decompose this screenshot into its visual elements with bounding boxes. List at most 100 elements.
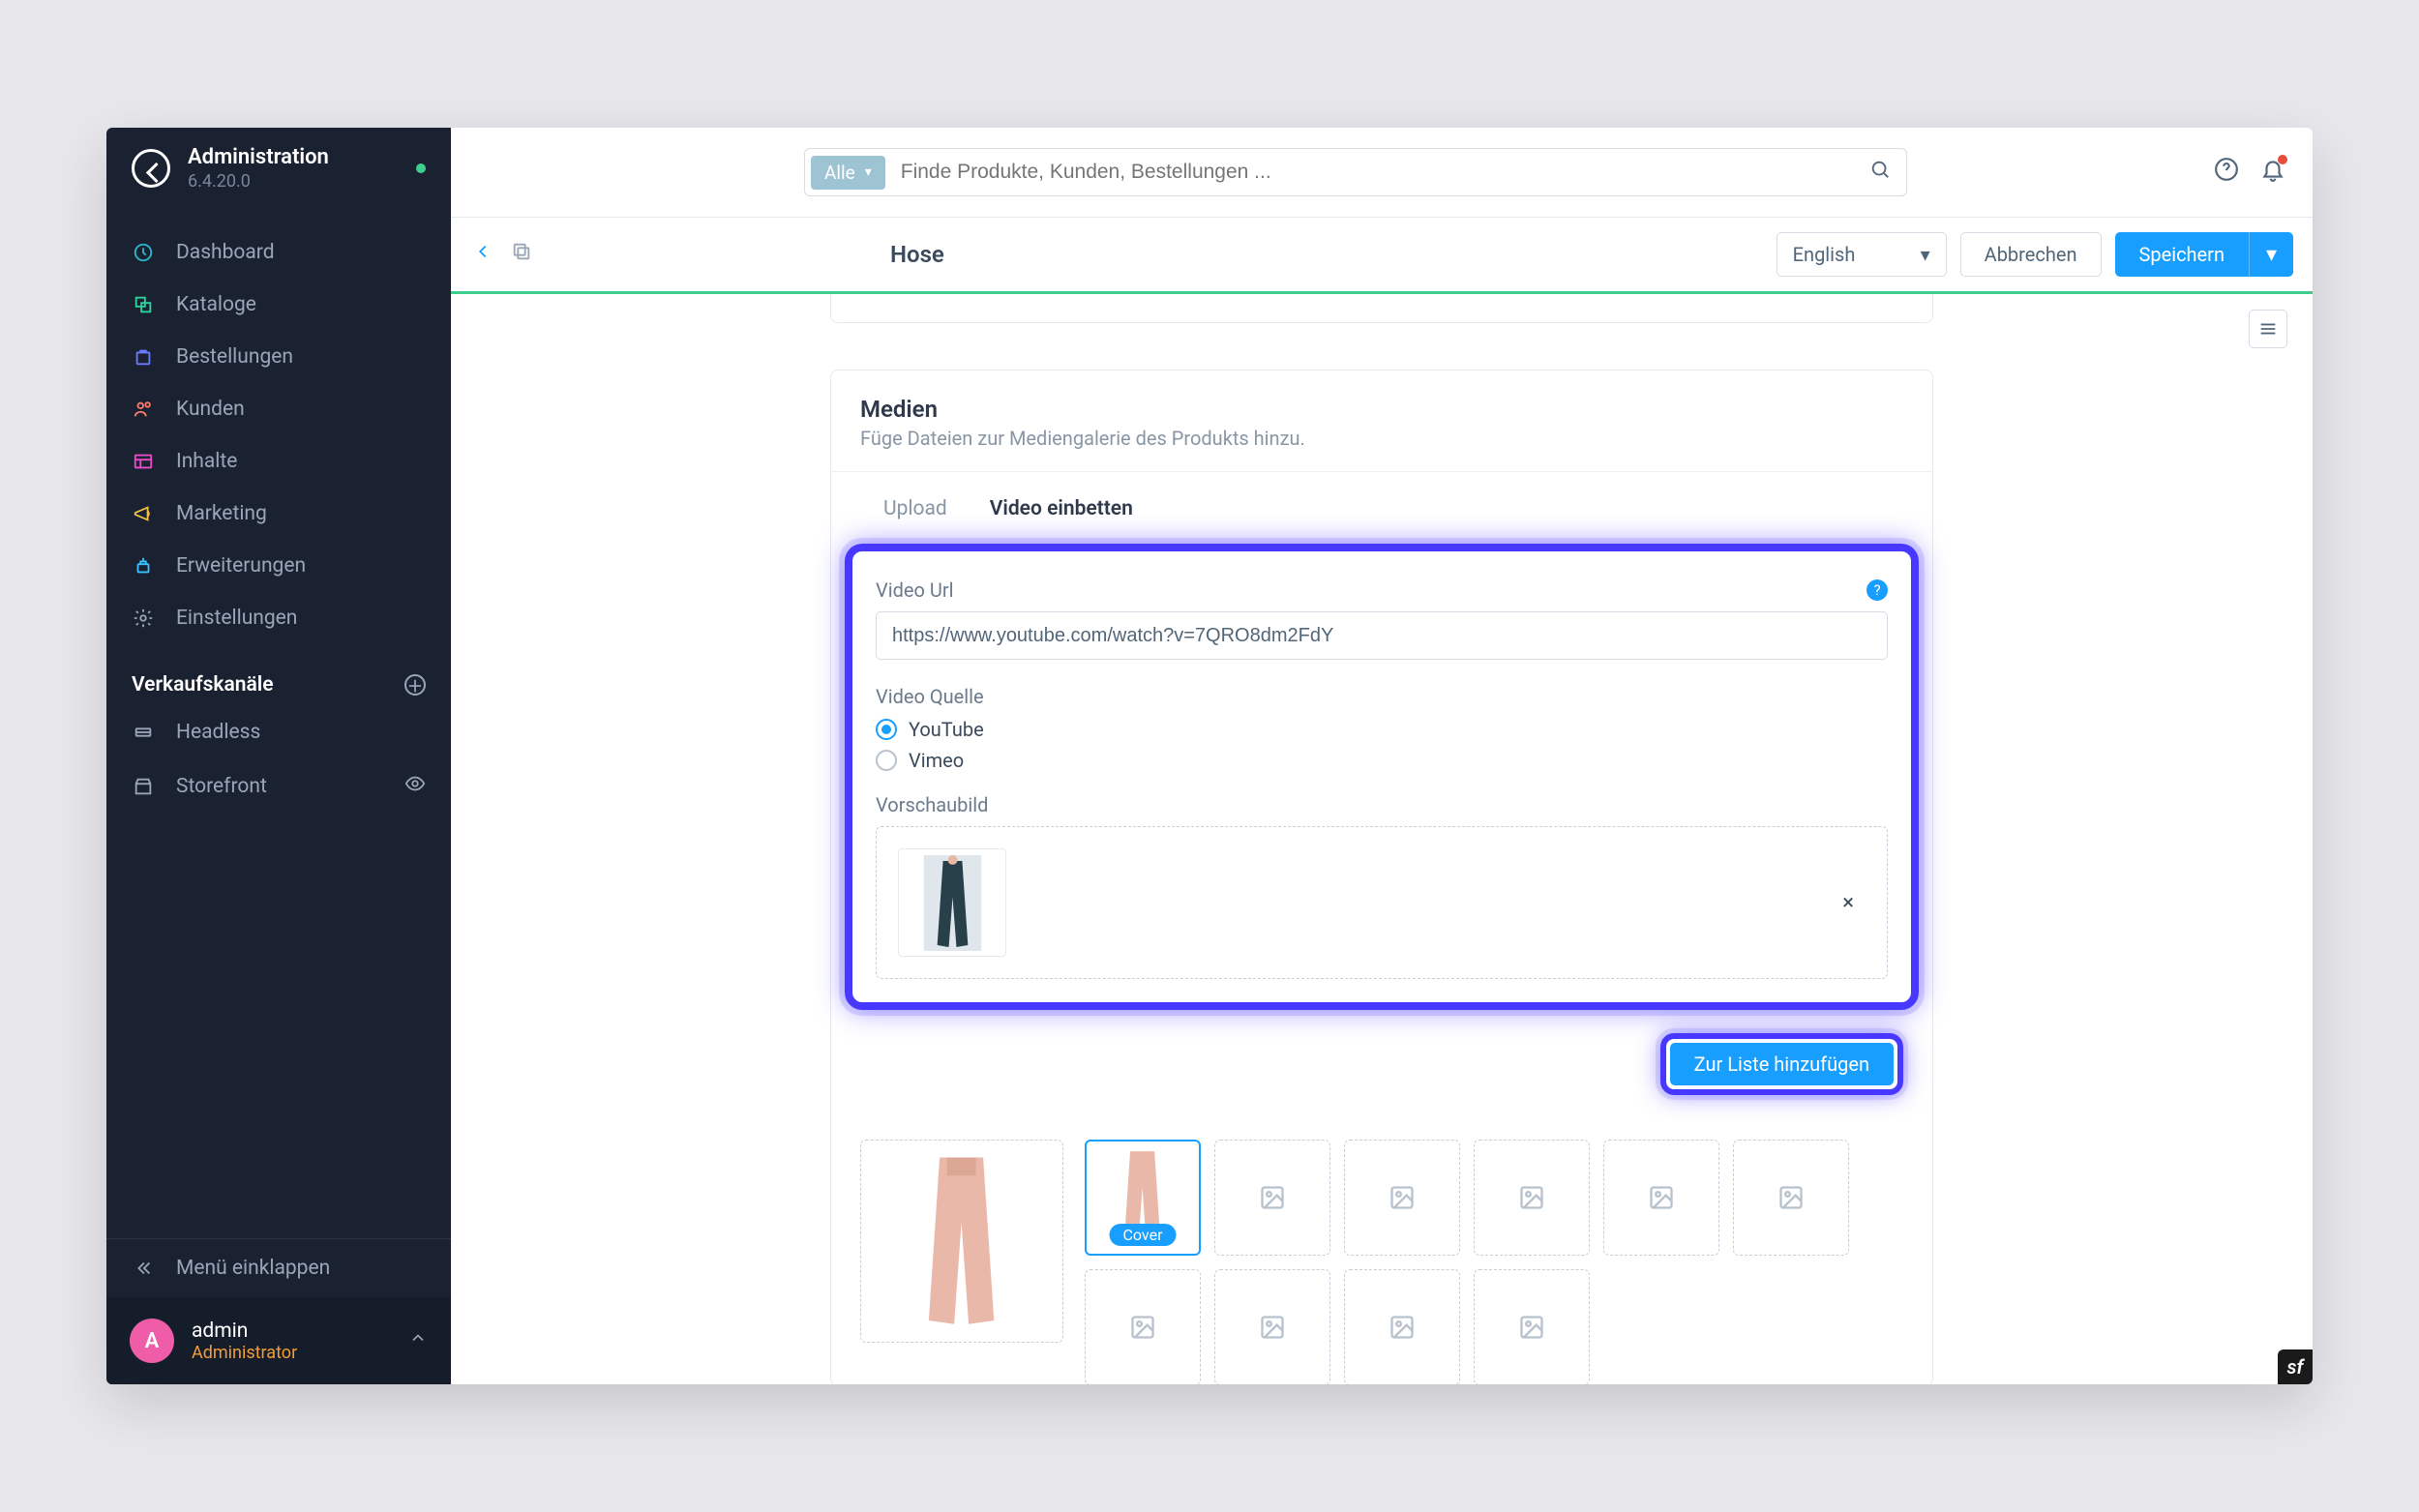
orders-icon xyxy=(132,345,155,369)
thumb-label: Vorschaubild xyxy=(876,793,1888,816)
search-input[interactable] xyxy=(885,161,1854,184)
save-button[interactable]: Speichern xyxy=(2115,232,2250,277)
media-card: Medien Füge Dateien zur Mediengalerie de… xyxy=(830,370,1933,1384)
back-icon[interactable] xyxy=(472,241,493,268)
sidebar-item-dashboard[interactable]: Dashboard xyxy=(106,226,451,279)
search-filter[interactable]: Alle ▾ xyxy=(811,156,885,190)
page-title: Hose xyxy=(532,241,1777,268)
chevron-up-icon xyxy=(408,1328,428,1353)
notification-dot xyxy=(2278,155,2287,164)
cover-badge: Cover xyxy=(1110,1224,1177,1246)
gallery-slot-empty[interactable] xyxy=(1733,1140,1849,1256)
sidebar-item-marketing[interactable]: Marketing xyxy=(106,488,451,540)
gallery-slot-empty[interactable] xyxy=(1474,1269,1590,1384)
save-split-button: Speichern ▾ xyxy=(2115,232,2294,277)
sidebar-item-label: Bestellungen xyxy=(176,345,293,369)
thumbnail-preview xyxy=(898,848,1006,957)
gallery-slot-cover[interactable]: Cover xyxy=(1085,1140,1201,1256)
radio-vimeo[interactable]: Vimeo xyxy=(876,749,1888,772)
content: Medien Füge Dateien zur Mediengalerie de… xyxy=(451,294,2313,1384)
sidebar-item-label: Einstellungen xyxy=(176,607,297,630)
video-url-label: Video Url xyxy=(876,578,953,602)
radio-youtube[interactable]: YouTube xyxy=(876,718,1888,741)
cancel-button[interactable]: Abbrechen xyxy=(1960,232,2102,277)
video-url-label-row: Video Url ? xyxy=(876,578,1888,602)
sidebar-item-orders[interactable]: Bestellungen xyxy=(106,331,451,383)
sidebar-item-content[interactable]: Inhalte xyxy=(106,435,451,488)
card-tabs: Upload Video einbetten xyxy=(831,472,1932,538)
add-channel-icon[interactable]: ＋ xyxy=(404,674,426,696)
sidebar-channel-headless[interactable]: Headless xyxy=(106,706,451,758)
chevron-down-icon: ▾ xyxy=(865,164,872,180)
remove-thumbnail-icon[interactable]: × xyxy=(1831,891,1866,915)
language-select[interactable]: English ▾ xyxy=(1777,232,1947,277)
search-filter-label: Alle xyxy=(824,162,855,184)
sidebar-item-customers[interactable]: Kunden xyxy=(106,383,451,435)
notifications-icon[interactable] xyxy=(2260,157,2285,188)
sidebar-nav: Dashboard Kataloge Bestellungen Kunden I… xyxy=(106,219,451,652)
gallery-slot-empty[interactable] xyxy=(1085,1269,1201,1384)
sidebar-user[interactable]: A admin Administrator xyxy=(106,1297,451,1384)
app-title-block: Administration 6.4.20.0 xyxy=(188,145,399,192)
card-title: Medien xyxy=(860,396,1903,423)
marketing-icon xyxy=(132,502,155,525)
sidebar: Administration 6.4.20.0 Dashboard Katalo… xyxy=(106,128,451,1384)
list-toggle-icon[interactable] xyxy=(2249,310,2287,348)
channels-title-text: Verkaufskanäle xyxy=(132,673,274,697)
gallery-slot-empty[interactable] xyxy=(1344,1269,1460,1384)
sidebar-header: Administration 6.4.20.0 xyxy=(106,128,451,219)
chevron-down-icon: ▾ xyxy=(1921,243,1930,266)
gallery-slot-empty[interactable] xyxy=(1474,1140,1590,1256)
collapse-icon xyxy=(132,1257,155,1280)
content-icon xyxy=(132,450,155,473)
language-value: English xyxy=(1793,243,1856,266)
thumbnail-dropzone[interactable]: × xyxy=(876,826,1888,979)
status-online-dot xyxy=(416,163,426,173)
card-header: Medien Füge Dateien zur Mediengalerie de… xyxy=(831,371,1932,472)
gallery-slot-empty[interactable] xyxy=(1344,1140,1460,1256)
sidebar-item-catalogs[interactable]: Kataloge xyxy=(106,279,451,331)
extensions-icon xyxy=(132,554,155,578)
tab-video-embed[interactable]: Video einbetten xyxy=(990,497,1133,538)
add-button-highlight: Zur Liste hinzufügen xyxy=(1660,1033,1903,1095)
duplicate-icon[interactable] xyxy=(511,241,532,268)
sidebar-channel-storefront[interactable]: Storefront xyxy=(106,758,451,815)
collapse-label: Menü einklappen xyxy=(176,1257,330,1280)
gallery-grid: Cover xyxy=(1085,1140,1903,1384)
gallery-slot-empty[interactable] xyxy=(1214,1269,1330,1384)
sidebar-item-extensions[interactable]: Erweiterungen xyxy=(106,540,451,592)
topbar: Alle ▾ xyxy=(451,128,2313,217)
gallery-main-preview[interactable] xyxy=(860,1140,1063,1343)
save-dropdown[interactable]: ▾ xyxy=(2249,232,2293,277)
radio-icon xyxy=(876,750,897,771)
help-icon[interactable]: ? xyxy=(1867,579,1888,601)
logo-icon xyxy=(132,149,170,188)
settings-icon xyxy=(132,607,155,630)
symfony-badge-icon[interactable]: sf xyxy=(2278,1349,2313,1384)
catalogs-icon xyxy=(132,293,155,316)
sidebar-item-settings[interactable]: Einstellungen xyxy=(106,592,451,644)
gallery-slot-empty[interactable] xyxy=(1214,1140,1330,1256)
video-url-input[interactable] xyxy=(876,611,1888,660)
customers-icon xyxy=(132,398,155,421)
card-subtitle: Füge Dateien zur Mediengalerie des Produ… xyxy=(860,427,1903,450)
gallery-slot-empty[interactable] xyxy=(1603,1140,1719,1256)
search-icon[interactable] xyxy=(1854,159,1906,186)
app-version: 6.4.20.0 xyxy=(188,171,399,192)
radio-label-vimeo: Vimeo xyxy=(909,749,964,772)
app-title: Administration xyxy=(188,145,399,169)
sidebar-collapse[interactable]: Menü einklappen xyxy=(106,1238,451,1297)
video-embed-panel: Video Url ? Video Quelle YouTube Vimeo V… xyxy=(845,544,1919,1010)
eye-icon[interactable] xyxy=(404,773,426,800)
topbar-actions xyxy=(2214,157,2285,188)
tab-upload[interactable]: Upload xyxy=(883,497,947,538)
add-to-list-button[interactable]: Zur Liste hinzufügen xyxy=(1670,1043,1894,1085)
add-button-row: Zur Liste hinzufügen xyxy=(831,1023,1932,1130)
storefront-icon xyxy=(132,775,155,798)
help-icon[interactable] xyxy=(2214,157,2239,188)
sidebar-bottom: Menü einklappen A admin Administrator xyxy=(106,1238,451,1384)
sidebar-item-label: Marketing xyxy=(176,502,267,525)
action-bar: Hose English ▾ Abbrechen Speichern ▾ xyxy=(451,217,2313,294)
previous-card-stub xyxy=(830,294,1933,323)
sidebar-item-label: Headless xyxy=(176,721,260,744)
